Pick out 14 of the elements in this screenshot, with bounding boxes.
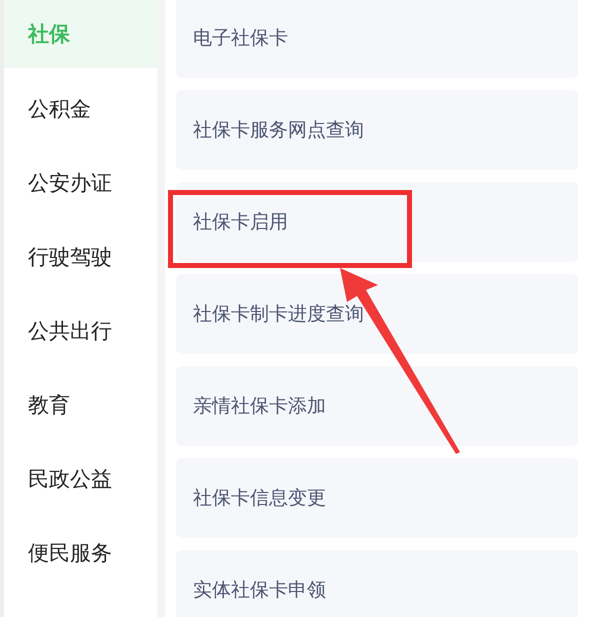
service-item[interactable]: 社保卡制卡进度查询 <box>176 274 578 354</box>
category-tab[interactable]: 便民服务 <box>4 516 157 590</box>
category-tab[interactable]: 民政公益 <box>4 442 157 516</box>
category-tab[interactable]: 行驶驾驶 <box>4 220 157 294</box>
category-tab[interactable]: 公安办证 <box>4 146 157 220</box>
category-tab[interactable]: 公积金 <box>4 72 157 146</box>
category-tab[interactable]: 公共出行 <box>4 294 157 368</box>
service-item[interactable]: 社保卡信息变更 <box>176 458 578 538</box>
service-item[interactable]: 电子社保卡 <box>176 0 578 78</box>
service-item[interactable]: 社保卡启用 <box>176 182 578 262</box>
category-tab[interactable]: 教育 <box>4 368 157 442</box>
service-item[interactable]: 社保卡服务网点查询 <box>176 90 578 170</box>
service-item[interactable]: 亲情社保卡添加 <box>176 366 578 446</box>
service-item[interactable]: 实体社保卡申领 <box>176 550 578 617</box>
